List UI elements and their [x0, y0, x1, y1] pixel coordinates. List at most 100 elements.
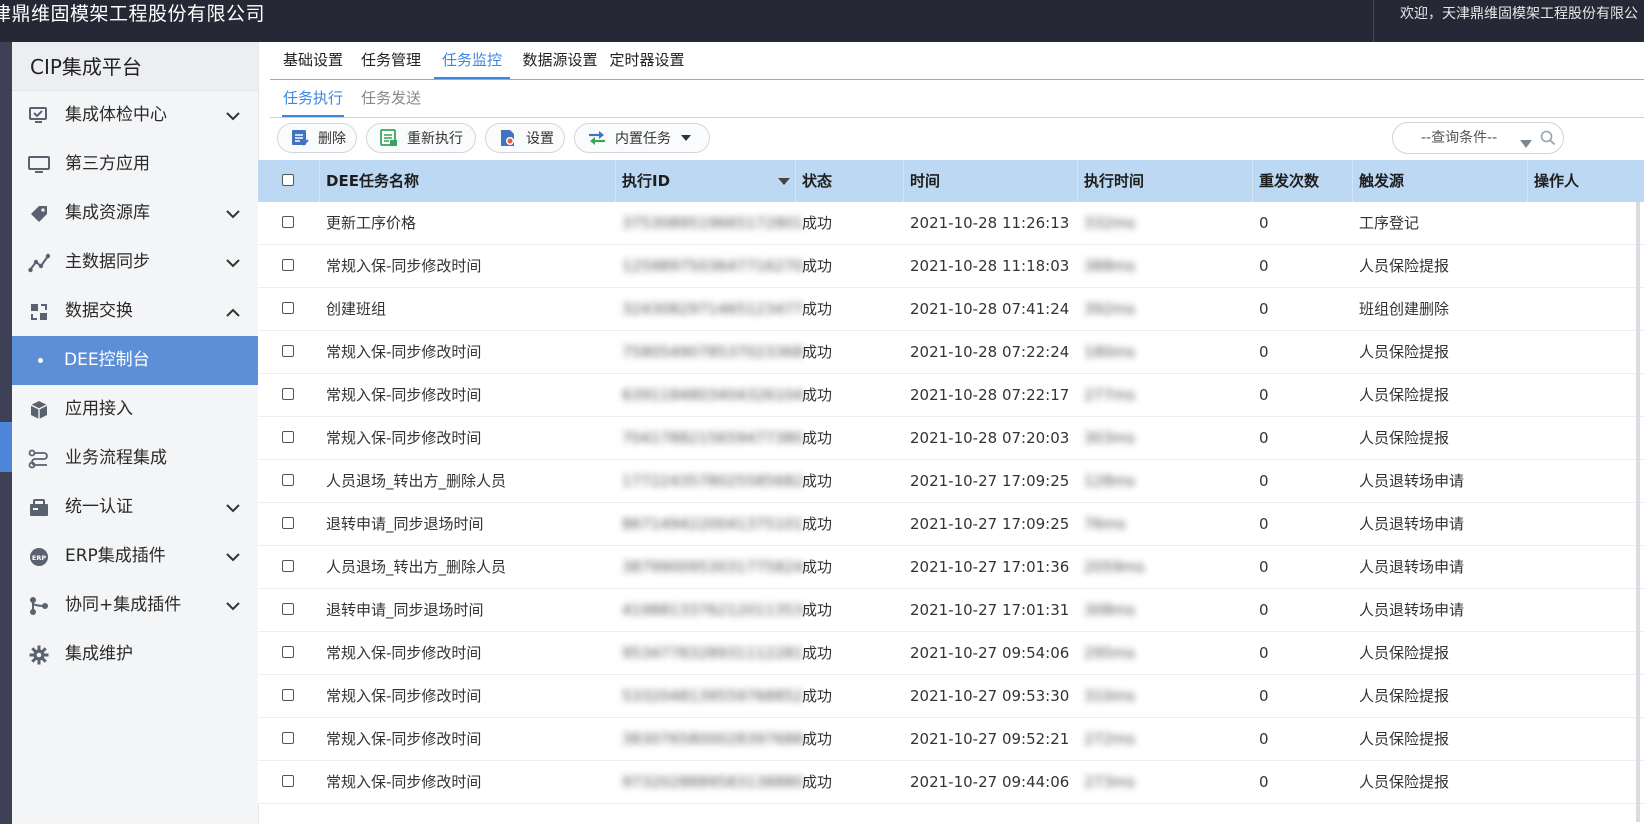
- search-icon[interactable]: [1540, 130, 1556, 150]
- trigger-source-cell: 人员退转场申请: [1359, 515, 1465, 533]
- table-row[interactable]: 退转申请_同步退场时间 8671494220041375101 成功 2021-10-…: [258, 503, 1644, 546]
- column-header-trigger-source[interactable]: 触发源: [1353, 160, 1528, 202]
- exec-id-cell: 9534778328931112281: [622, 644, 804, 662]
- column-header-time[interactable]: 时间: [904, 160, 1078, 202]
- trigger-source-cell: 人员保险提报: [1359, 687, 1450, 705]
- table-row[interactable]: 常规入保-同步修改时间 1259897503647716270 成功 2021-10-…: [258, 245, 1644, 288]
- row-checkbox[interactable]: [282, 517, 294, 529]
- tab-task-monitor[interactable]: 任务监控: [434, 42, 510, 79]
- table-row[interactable]: 常规入保-同步修改时间 7580549078537023368 成功 2021-10-…: [258, 331, 1644, 374]
- cube-icon: [28, 399, 50, 421]
- duration-cell: 277ms: [1084, 386, 1136, 404]
- column-header-status[interactable]: 状态: [796, 160, 904, 202]
- task-name-cell: 常规入保-同步修改时间: [326, 730, 482, 748]
- sidebar-item-unified-auth[interactable]: 统一认证: [12, 483, 258, 532]
- trigger-source-cell: 人员退转场申请: [1359, 601, 1465, 619]
- delete-label: 删除: [318, 131, 346, 147]
- duration-cell: 295ms: [1084, 644, 1136, 662]
- sidebar-item-data-exchange[interactable]: 数据交换: [12, 287, 258, 336]
- chevron-down-icon: [224, 254, 242, 272]
- sidebar-item-erp-plugin[interactable]: ERP ERP集成插件: [12, 532, 258, 581]
- table-row[interactable]: 人员退场_转出方_删除人员 1772243578025585682 成功 2021-1…: [258, 460, 1644, 503]
- row-checkbox[interactable]: [282, 259, 294, 271]
- tab-datasource-settings[interactable]: 数据源设置: [522, 42, 598, 79]
- time-cell: 2021-10-27 17:09:25: [910, 472, 1070, 490]
- column-header-duration[interactable]: 执行时间: [1078, 160, 1253, 202]
- subtab-task-send[interactable]: 任务发送: [360, 80, 422, 117]
- row-checkbox[interactable]: [282, 560, 294, 572]
- rerun-button[interactable]: 重新执行: [366, 123, 476, 153]
- select-all-cell: [258, 160, 320, 202]
- row-checkbox[interactable]: [282, 646, 294, 658]
- task-name-cell: 常规入保-同步修改时间: [326, 429, 482, 447]
- caret-down-icon[interactable]: [1520, 133, 1532, 152]
- time-cell: 2021-10-27 09:52:21: [910, 730, 1070, 748]
- sidebar-item-maintenance[interactable]: 集成维护: [12, 630, 258, 679]
- sort-desc-icon[interactable]: [778, 178, 790, 185]
- column-header-exec-id[interactable]: 执行ID: [616, 160, 796, 202]
- sidebar-item-third-party-apps[interactable]: 第三方应用: [12, 140, 258, 189]
- caret-down-icon: [681, 135, 691, 141]
- exec-id-cell: 5332048139559768852: [622, 687, 804, 705]
- table-row[interactable]: 常规入保-同步修改时间 5332048139559768852 成功 2021-10-…: [258, 675, 1644, 718]
- row-checkbox[interactable]: [282, 345, 294, 357]
- table-row[interactable]: 常规入保-同步修改时间 3830765800028397688 成功 2021-10-…: [258, 718, 1644, 761]
- table-row[interactable]: 更新工序价格 3753089519665172801 成功 2021-10-28 11…: [258, 202, 1644, 245]
- row-checkbox[interactable]: [282, 732, 294, 744]
- subtab-task-execution[interactable]: 任务执行: [282, 80, 344, 117]
- sidebar-item-label: 集成维护: [65, 644, 133, 664]
- table-row[interactable]: 常规入保-同步修改时间 7041788215659477380 成功 2021-10-…: [258, 417, 1644, 460]
- table-row[interactable]: 退转申请_同步退场时间 4198813376212011353 成功 2021-10-…: [258, 589, 1644, 632]
- row-checkbox[interactable]: [282, 302, 294, 314]
- sidebar-item-health-center[interactable]: 集成体检中心: [12, 91, 258, 140]
- time-cell: 2021-10-28 11:18:03: [910, 257, 1070, 275]
- row-checkbox[interactable]: [282, 775, 294, 787]
- sidebar-item-label: 集成资源库: [65, 203, 150, 223]
- rerun-icon: [379, 128, 399, 148]
- sidebar-item-resource-library[interactable]: 集成资源库: [12, 189, 258, 238]
- row-checkbox[interactable]: [282, 388, 294, 400]
- sidebar-item-collab-plugin[interactable]: 协同+集成插件: [12, 581, 258, 630]
- chevron-down-icon: [224, 205, 242, 223]
- retries-cell: 0: [1259, 214, 1269, 232]
- delete-button[interactable]: 删除: [277, 123, 357, 153]
- tab-task-management[interactable]: 任务管理: [360, 42, 422, 79]
- settings-button[interactable]: 设置: [485, 123, 565, 153]
- column-header-task-name[interactable]: DEE任务名称: [320, 160, 616, 202]
- exec-id-cell: 6391184803404326104: [622, 386, 804, 404]
- tab-basic-settings[interactable]: 基础设置: [282, 42, 344, 79]
- chevron-down-icon: [224, 107, 242, 125]
- status-cell: 成功: [802, 730, 833, 748]
- row-checkbox[interactable]: [282, 431, 294, 443]
- table-row[interactable]: 人员退场_转出方_删除人员 3879900953031775824 成功 2021-1…: [258, 546, 1644, 589]
- table-row[interactable]: 常规入保-同步修改时间 6391184803404326104 成功 2021-10-…: [258, 374, 1644, 417]
- table-row[interactable]: 常规入保-同步修改时间 9732028889583138880 成功 2021-10-…: [258, 761, 1644, 804]
- column-header-retries[interactable]: 重发次数: [1253, 160, 1353, 202]
- trigger-source-cell: 人员保险提报: [1359, 730, 1450, 748]
- row-checkbox[interactable]: [282, 603, 294, 615]
- sidebar-item-dee-console[interactable]: DEE控制台: [12, 336, 258, 385]
- query-condition-select[interactable]: --查询条件--: [1392, 122, 1564, 154]
- table-row[interactable]: 常规入保-同步修改时间 9534778328931112281 成功 2021-10-…: [258, 632, 1644, 675]
- trigger-source-cell: 人员保险提报: [1359, 257, 1450, 275]
- sidebar-item-app-access[interactable]: 应用接入: [12, 385, 258, 434]
- exec-id-cell: 3753089519665172801: [622, 214, 804, 232]
- welcome-text[interactable]: 欢迎，天津鼎维固模架工程股份有限公: [1373, 0, 1644, 42]
- vertical-scrollbar[interactable]: [1636, 202, 1640, 822]
- tab-timer-settings[interactable]: 定时器设置: [609, 42, 685, 79]
- row-checkbox[interactable]: [282, 474, 294, 486]
- select-all-checkbox[interactable]: [282, 174, 294, 186]
- query-condition-placeholder: --查询条件--: [1421, 130, 1498, 146]
- column-header-operator[interactable]: 操作人: [1528, 160, 1644, 202]
- time-cell: 2021-10-28 11:26:13: [910, 214, 1070, 232]
- duration-cell: 272ms: [1084, 730, 1136, 748]
- exec-id-cell: 1772243578025585682: [622, 472, 804, 490]
- retries-cell: 0: [1259, 515, 1269, 533]
- sidebar-item-business-flow[interactable]: 业务流程集成: [12, 434, 258, 483]
- duration-cell: 2059ms: [1084, 558, 1145, 576]
- sidebar-item-master-data-sync[interactable]: 主数据同步: [12, 238, 258, 287]
- row-checkbox[interactable]: [282, 216, 294, 228]
- row-checkbox[interactable]: [282, 689, 294, 701]
- table-row[interactable]: 创建班组 3243082971465123477 成功 2021-10-28 07:4…: [258, 288, 1644, 331]
- builtin-task-dropdown[interactable]: 内置任务: [574, 123, 710, 153]
